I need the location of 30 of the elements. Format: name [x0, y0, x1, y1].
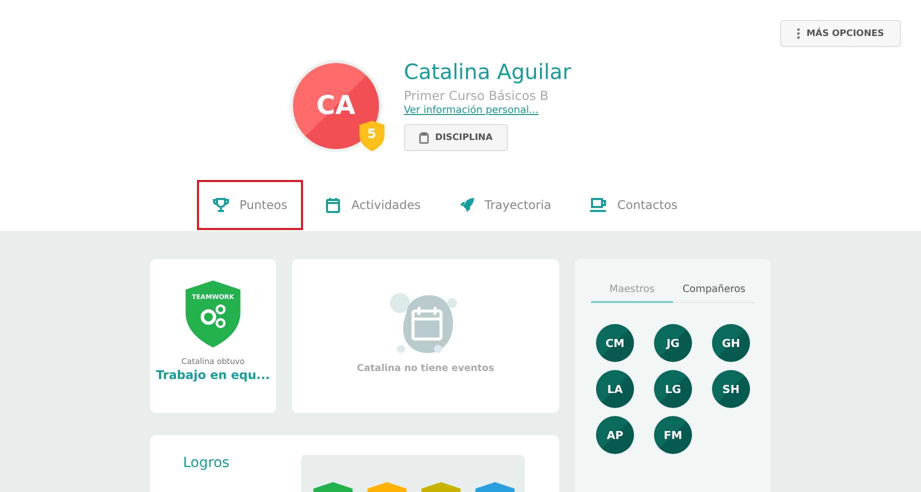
student-name: Catalina Aguilar: [404, 60, 572, 84]
contact-avatar[interactable]: JG: [654, 324, 692, 362]
empty-events-text: Catalina no tiene eventos: [356, 363, 494, 374]
achievement-caption: Catalina obtuvo: [181, 357, 245, 366]
clipboard-icon: [419, 132, 430, 144]
contact-avatar[interactable]: LA: [596, 370, 634, 408]
contact-avatar[interactable]: SH: [712, 370, 750, 408]
contact-avatar[interactable]: CM: [596, 324, 634, 362]
more-options-button[interactable]: MÁS OPCIONES: [780, 20, 901, 47]
more-icon: [797, 28, 800, 39]
calendar-icon: [325, 197, 342, 213]
contact-avatar[interactable]: AP: [596, 416, 634, 454]
rocket-icon: [458, 197, 475, 213]
trophy-icon: [213, 197, 230, 213]
contact-avatar[interactable]: LG: [654, 370, 692, 408]
achievement-title: Trabajo en equ...: [156, 368, 270, 382]
profile-tab[interactable]: Punteos: [197, 180, 304, 230]
cup-icon: [589, 197, 608, 213]
course-name: Primer Curso Básicos B: [404, 88, 550, 103]
level-badge: [358, 120, 386, 152]
contact-avatar[interactable]: GH: [712, 324, 750, 362]
profile-tab[interactable]: Trayectoria: [442, 180, 568, 230]
level-number: 5: [366, 127, 378, 142]
profile-tab[interactable]: Contactos: [573, 180, 694, 230]
achievements-title: Logros: [183, 454, 230, 472]
contacts-tab[interactable]: Compañeros: [673, 277, 755, 303]
contact-avatar[interactable]: FM: [654, 416, 692, 454]
profile-tab[interactable]: Actividades: [309, 180, 437, 230]
discipline-button[interactable]: DISCIPLINA: [404, 124, 508, 151]
personal-info-link[interactable]: Ver información personal...: [404, 105, 572, 116]
